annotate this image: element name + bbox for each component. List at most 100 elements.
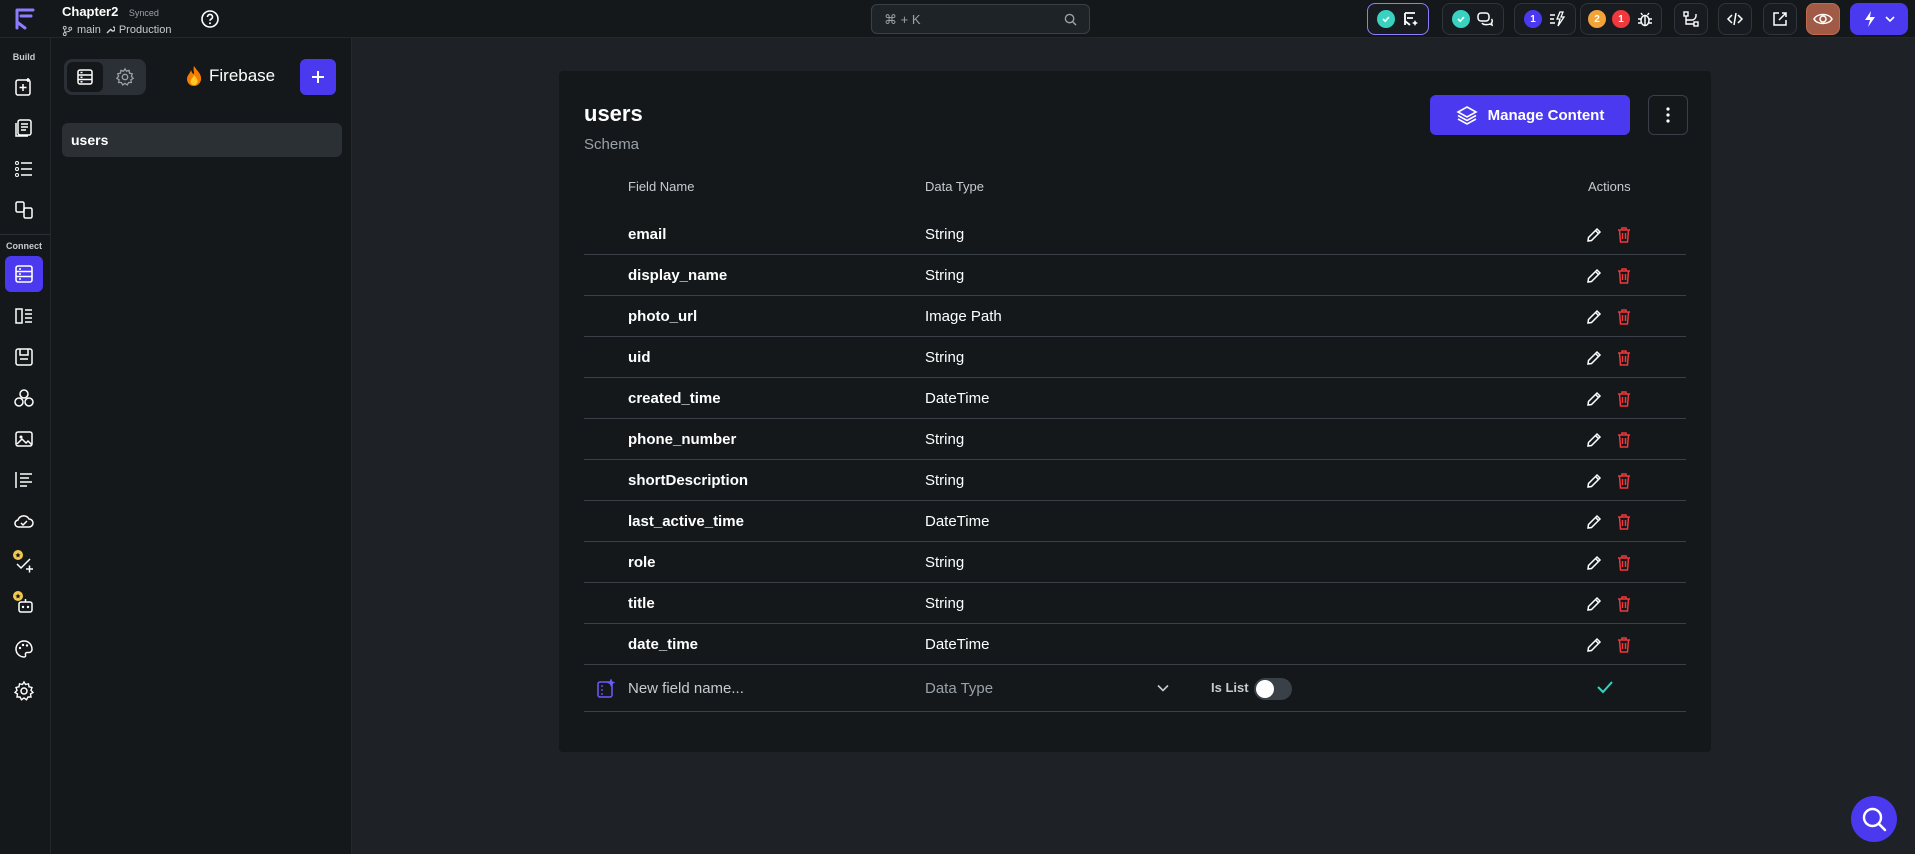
add-field-icon <box>597 679 616 698</box>
comments-status[interactable] <box>1442 3 1504 35</box>
firestore-icon[interactable] <box>5 256 43 292</box>
edit-pencil-icon[interactable] <box>1584 471 1604 491</box>
cloud-functions-icon[interactable] <box>9 506 39 536</box>
delete-trash-icon[interactable] <box>1614 553 1634 573</box>
delete-trash-icon[interactable] <box>1614 512 1634 532</box>
firebase-flame-icon <box>187 66 202 86</box>
table-row[interactable]: created_time DateTime <box>584 378 1686 419</box>
collection-title: users <box>584 101 643 126</box>
field-name: phone_number <box>628 431 737 448</box>
delete-trash-icon[interactable] <box>1614 594 1634 614</box>
actions-status[interactable]: 1 <box>1514 3 1576 35</box>
search-input[interactable] <box>884 11 1044 27</box>
more-options-button[interactable] <box>1648 95 1688 135</box>
branch-info[interactable]: main Production <box>62 24 171 36</box>
command-search[interactable] <box>871 4 1090 34</box>
actions-header: Actions <box>1588 179 1631 194</box>
edit-pencil-icon[interactable] <box>1584 307 1604 327</box>
check-success-icon <box>1377 10 1395 28</box>
is-list-toggle[interactable] <box>1254 678 1292 700</box>
check-success-icon <box>1452 10 1470 28</box>
open-external-button[interactable] <box>1763 3 1797 35</box>
schema-subtitle: Schema <box>584 136 640 153</box>
flutterflow-logo-icon[interactable] <box>10 4 40 34</box>
delete-trash-icon[interactable] <box>1614 389 1634 409</box>
more-vertical-icon <box>1666 107 1670 123</box>
app-state-icon[interactable] <box>9 342 39 372</box>
search-chat-icon <box>1862 807 1887 832</box>
delete-trash-icon[interactable] <box>1614 635 1634 655</box>
issues-status[interactable]: 2 1 <box>1580 3 1662 35</box>
table-row[interactable]: phone_number String <box>584 419 1686 460</box>
field-type: Image Path <box>925 308 1002 325</box>
agents-icon[interactable] <box>9 588 39 618</box>
toggle-knob <box>1256 680 1274 698</box>
widget-tree-icon[interactable] <box>9 154 39 184</box>
table-row[interactable]: email String <box>584 214 1686 255</box>
confirm-check-icon[interactable] <box>1596 679 1614 695</box>
delete-trash-icon[interactable] <box>1614 225 1634 245</box>
project-info[interactable]: Chapter2 Synced main Production <box>62 3 171 36</box>
support-chat-button[interactable] <box>1851 796 1897 842</box>
table-row[interactable]: photo_url Image Path <box>584 296 1686 337</box>
data-schema-icon[interactable] <box>9 301 39 331</box>
code-icon <box>1726 12 1744 26</box>
custom-code-icon[interactable] <box>9 465 39 495</box>
dreamflow-status[interactable] <box>1367 3 1429 35</box>
settings-gear-icon[interactable] <box>9 676 39 706</box>
help-icon[interactable] <box>200 9 220 29</box>
edit-pencil-icon[interactable] <box>1584 594 1604 614</box>
table-row[interactable]: role String <box>584 542 1686 583</box>
edit-pencil-icon[interactable] <box>1584 389 1604 409</box>
edit-pencil-icon[interactable] <box>1584 553 1604 573</box>
firebase-settings-tab[interactable] <box>107 62 143 92</box>
new-field-name-input[interactable] <box>628 675 888 701</box>
table-row[interactable]: shortDescription String <box>584 460 1686 501</box>
chevron-down-icon <box>1885 16 1895 23</box>
edit-pencil-icon[interactable] <box>1584 225 1604 245</box>
delete-trash-icon[interactable] <box>1614 471 1634 491</box>
table-row[interactable]: display_name String <box>584 255 1686 296</box>
top-bar: Chapter2 Synced main Production 1 2 1 <box>0 0 1915 38</box>
delete-trash-icon[interactable] <box>1614 307 1634 327</box>
view-code-button[interactable] <box>1718 3 1752 35</box>
pages-icon[interactable] <box>9 113 39 143</box>
field-type: DateTime <box>925 390 990 407</box>
run-button[interactable] <box>1850 3 1908 35</box>
field-name-header: Field Name <box>628 179 695 194</box>
edit-pencil-icon[interactable] <box>1584 430 1604 450</box>
build-section-label: Build <box>12 52 36 62</box>
add-collection-button[interactable] <box>300 59 336 95</box>
collection-item-users[interactable]: users <box>62 123 342 157</box>
preview-button[interactable] <box>1806 3 1840 35</box>
manage-content-label: Manage Content <box>1487 106 1605 124</box>
database-icon <box>77 69 93 85</box>
edit-pencil-icon[interactable] <box>1584 512 1604 532</box>
components-icon[interactable] <box>9 195 39 225</box>
branching-button[interactable] <box>1674 3 1708 35</box>
navigation-rail: Build Connect <box>0 38 51 854</box>
project-name: Chapter2 <box>62 4 119 19</box>
data-type-select[interactable]: Data Type <box>925 675 1169 701</box>
table-row[interactable]: date_time DateTime <box>584 624 1686 665</box>
edit-pencil-icon[interactable] <box>1584 266 1604 286</box>
table-row[interactable]: title String <box>584 583 1686 624</box>
manage-content-button[interactable]: Manage Content <box>1430 95 1630 135</box>
add-page-icon[interactable] <box>9 72 39 102</box>
delete-trash-icon[interactable] <box>1614 266 1634 286</box>
delete-trash-icon[interactable] <box>1614 348 1634 368</box>
table-row[interactable]: uid String <box>584 337 1686 378</box>
edit-pencil-icon[interactable] <box>1584 635 1604 655</box>
api-calls-icon[interactable] <box>9 383 39 413</box>
edit-pencil-icon[interactable] <box>1584 348 1604 368</box>
collections-tab[interactable] <box>67 62 103 92</box>
theme-settings-icon[interactable] <box>9 634 39 664</box>
fields-table: email String display_name String photo_url Im… <box>584 214 1686 665</box>
delete-trash-icon[interactable] <box>1614 430 1634 450</box>
field-name: date_time <box>628 636 699 653</box>
table-row[interactable]: last_active_time DateTime <box>584 501 1686 542</box>
lightning-icon <box>1865 11 1875 27</box>
firebase-brand: Firebase <box>185 65 275 87</box>
media-assets-icon[interactable] <box>9 424 39 454</box>
tests-icon[interactable] <box>9 547 39 577</box>
